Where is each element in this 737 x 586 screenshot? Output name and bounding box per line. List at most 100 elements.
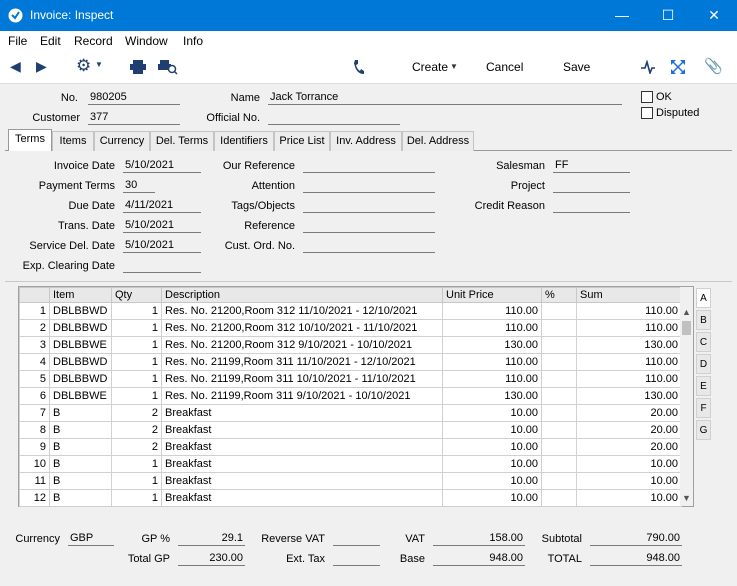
cell-sum[interactable]: 110.00 [576, 319, 682, 337]
cell-qty[interactable]: 1 [111, 353, 162, 371]
row-tab-a[interactable]: A [696, 288, 711, 308]
cell-description[interactable]: Breakfast [161, 421, 443, 439]
row-tab-c[interactable]: C [696, 332, 711, 352]
cell-qty[interactable]: 1 [111, 472, 162, 490]
cell-percent[interactable] [541, 370, 577, 388]
cell-item[interactable]: DBLBBWE [49, 387, 112, 405]
scroll-down-icon[interactable]: ▼ [682, 493, 691, 503]
cell-item[interactable]: B [49, 489, 112, 507]
previous-record-icon[interactable]: ◀ [10, 58, 21, 75]
cell-percent[interactable] [541, 421, 577, 439]
customer-field[interactable]: 377 [88, 111, 180, 125]
phone-icon[interactable] [352, 59, 365, 75]
cell-unit-price[interactable]: 130.00 [442, 387, 542, 405]
cell-description[interactable]: Res. No. 21200,Room 312 10/10/2021 - 11/… [161, 319, 443, 337]
cell-qty[interactable]: 1 [111, 336, 162, 354]
exp-clearing-date-field[interactable] [123, 259, 201, 273]
cell-qty[interactable]: 2 [111, 404, 162, 422]
cell-description[interactable]: Res. No. 21199,Room 311 9/10/2021 - 10/1… [161, 387, 443, 405]
payment-terms-field[interactable]: 30 [123, 179, 155, 193]
tab-del-address[interactable]: Del. Address [402, 131, 474, 151]
cell-qty[interactable]: 2 [111, 438, 162, 456]
invoice-date-field[interactable]: 5/10/2021 [123, 159, 201, 173]
gear-icon[interactable]: ⚙ [76, 56, 91, 76]
cell-percent[interactable] [541, 353, 577, 371]
cell-sum[interactable]: 20.00 [576, 421, 682, 439]
cell-unit-price[interactable]: 110.00 [442, 353, 542, 371]
cell-percent[interactable] [541, 387, 577, 405]
cell-item[interactable]: DBLBBWD [49, 353, 112, 371]
service-del-date-field[interactable]: 5/10/2021 [123, 239, 201, 253]
cell-qty[interactable]: 2 [111, 421, 162, 439]
create-button[interactable]: Create [412, 60, 448, 74]
cell-qty[interactable]: 1 [111, 370, 162, 388]
disputed-checkbox[interactable] [641, 107, 653, 119]
maximize-button[interactable]: ☐ [645, 0, 691, 31]
save-button[interactable]: Save [563, 60, 590, 74]
cell-percent[interactable] [541, 404, 577, 422]
create-dropdown-icon[interactable]: ▼ [450, 62, 458, 71]
col-percent[interactable]: % [541, 287, 577, 303]
name-field[interactable]: Jack Torrance [268, 91, 622, 105]
table-row[interactable]: 8 B 2 Breakfast 10.00 20.00 [19, 421, 682, 439]
cell-percent[interactable] [541, 302, 577, 320]
cell-unit-price[interactable]: 10.00 [442, 455, 542, 473]
minimize-button[interactable]: — [599, 0, 645, 31]
cell-unit-price[interactable]: 10.00 [442, 421, 542, 439]
cancel-button[interactable]: Cancel [486, 60, 523, 74]
cell-qty[interactable]: 1 [111, 489, 162, 507]
table-row[interactable]: 6 DBLBBWE 1 Res. No. 21199,Room 311 9/10/20… [19, 387, 682, 405]
cell-description[interactable]: Res. No. 21200,Room 312 11/10/2021 - 12/… [161, 302, 443, 320]
cell-description[interactable]: Breakfast [161, 472, 443, 490]
menu-file[interactable]: File [8, 34, 27, 48]
row-tab-b[interactable]: B [696, 310, 711, 330]
project-field[interactable] [553, 179, 630, 193]
cell-item[interactable]: DBLBBWD [49, 319, 112, 337]
tab-terms[interactable]: Terms [8, 129, 52, 151]
close-button[interactable]: ✕ [691, 0, 737, 31]
cell-qty[interactable]: 1 [111, 387, 162, 405]
reference-field[interactable] [303, 219, 435, 233]
cell-item[interactable]: DBLBBWD [49, 370, 112, 388]
cell-percent[interactable] [541, 472, 577, 490]
table-row[interactable]: 9 B 2 Breakfast 10.00 20.00 [19, 438, 682, 456]
cell-description[interactable]: Res. No. 21200,Room 312 9/10/2021 - 10/1… [161, 336, 443, 354]
tab-inv-address[interactable]: Inv. Address [330, 131, 402, 151]
activity-icon[interactable] [641, 60, 655, 74]
cell-sum[interactable]: 130.00 [576, 336, 682, 354]
cell-percent[interactable] [541, 455, 577, 473]
cell-sum[interactable]: 20.00 [576, 404, 682, 422]
cell-item[interactable]: DBLBBWD [49, 302, 112, 320]
cell-item[interactable]: DBLBBWE [49, 336, 112, 354]
cell-percent[interactable] [541, 438, 577, 456]
trans-date-field[interactable]: 5/10/2021 [123, 219, 201, 233]
cell-unit-price[interactable]: 110.00 [442, 370, 542, 388]
cell-description[interactable]: Breakfast [161, 404, 443, 422]
menu-edit[interactable]: Edit [40, 34, 61, 48]
tab-del-terms[interactable]: Del. Terms [150, 131, 214, 151]
attention-field[interactable] [303, 179, 435, 193]
print-icon[interactable] [130, 60, 146, 74]
col-qty[interactable]: Qty [111, 287, 162, 303]
row-tab-d[interactable]: D [696, 354, 711, 374]
cell-description[interactable]: Breakfast [161, 455, 443, 473]
cell-item[interactable]: B [49, 421, 112, 439]
cell-item[interactable]: B [49, 472, 112, 490]
cell-description[interactable]: Res. No. 21199,Room 311 11/10/2021 - 12/… [161, 353, 443, 371]
cell-item[interactable]: B [49, 438, 112, 456]
tab-identifiers[interactable]: Identifiers [214, 131, 274, 151]
next-record-icon[interactable]: ▶ [36, 58, 47, 75]
row-tab-g[interactable]: G [696, 420, 711, 440]
print-preview-icon[interactable] [158, 60, 178, 75]
cell-qty[interactable]: 1 [111, 455, 162, 473]
cell-sum[interactable]: 10.00 [576, 472, 682, 490]
cell-unit-price[interactable]: 110.00 [442, 302, 542, 320]
cell-unit-price[interactable]: 10.00 [442, 404, 542, 422]
table-row[interactable]: 10 B 1 Breakfast 10.00 10.00 [19, 455, 682, 473]
col-description[interactable]: Description [161, 287, 443, 303]
col-unit-price[interactable]: Unit Price [442, 287, 542, 303]
cell-unit-price[interactable]: 10.00 [442, 472, 542, 490]
grid-scrollbar[interactable]: ▲ ▼ [680, 287, 693, 506]
row-tab-e[interactable]: E [696, 376, 711, 396]
due-date-field[interactable]: 4/11/2021 [123, 199, 201, 213]
